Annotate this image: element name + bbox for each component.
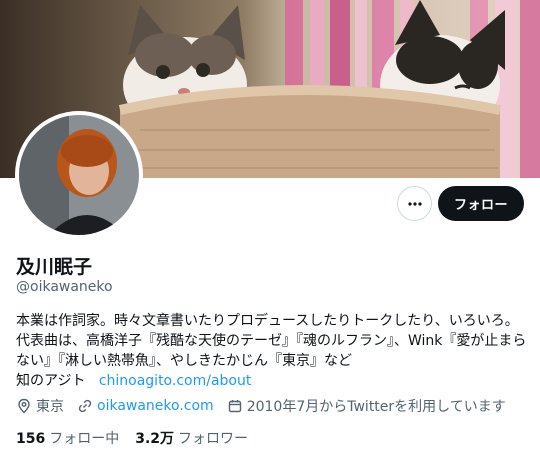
following-label: フォロー中 [49, 431, 120, 447]
website-link[interactable]: oikawaneko.com [97, 398, 214, 414]
followers-label: フォロワー [178, 431, 249, 447]
following-stat[interactable]: 156 フォロー中 [16, 428, 119, 448]
bio-link-prefix: 知のアジト [16, 373, 86, 389]
profile-stats: 156 フォロー中 3.2万 フォロワー [16, 428, 264, 448]
calendar-icon [228, 400, 241, 413]
avatar-photo [19, 115, 139, 235]
profile-avatar[interactable] [15, 111, 143, 239]
profile-meta: 東京 oikawaneko.com 2010年7月からTwitterを利用してい… [16, 396, 519, 416]
profile-bio: 本業は作詞家。時々文章書いたりプロデュースしたりトークしたり、いろいろ。 代表曲… [16, 311, 531, 391]
location-item: 東京 [16, 396, 64, 416]
followers-stat[interactable]: 3.2万 フォロワー [135, 428, 248, 448]
profile-display-name: 及川眠子 [16, 256, 93, 278]
location-text: 東京 [36, 399, 64, 415]
joined-item: 2010年7月からTwitterを利用しています [227, 396, 506, 416]
location-pin-icon [18, 398, 30, 414]
followers-count: 3.2万 [135, 431, 175, 447]
profile-handle: @oikawaneko [16, 279, 113, 295]
follow-button[interactable]: フォロー [438, 186, 524, 221]
link-icon [78, 399, 92, 413]
joined-text: 2010年7月からTwitterを利用しています [246, 399, 506, 415]
bio-text: 本業は作詞家。時々文章書いたりプロデュースしたりトークしたり、いろいろ。 代表曲… [16, 313, 527, 369]
website-item: oikawaneko.com [77, 398, 214, 414]
bio-link-line: 知のアジト chinoagito.com/about [16, 371, 531, 391]
more-horizontal-icon [407, 201, 422, 206]
more-options-button[interactable] [397, 186, 432, 221]
bio-link[interactable]: chinoagito.com/about [99, 373, 252, 389]
following-count: 156 [16, 431, 46, 447]
